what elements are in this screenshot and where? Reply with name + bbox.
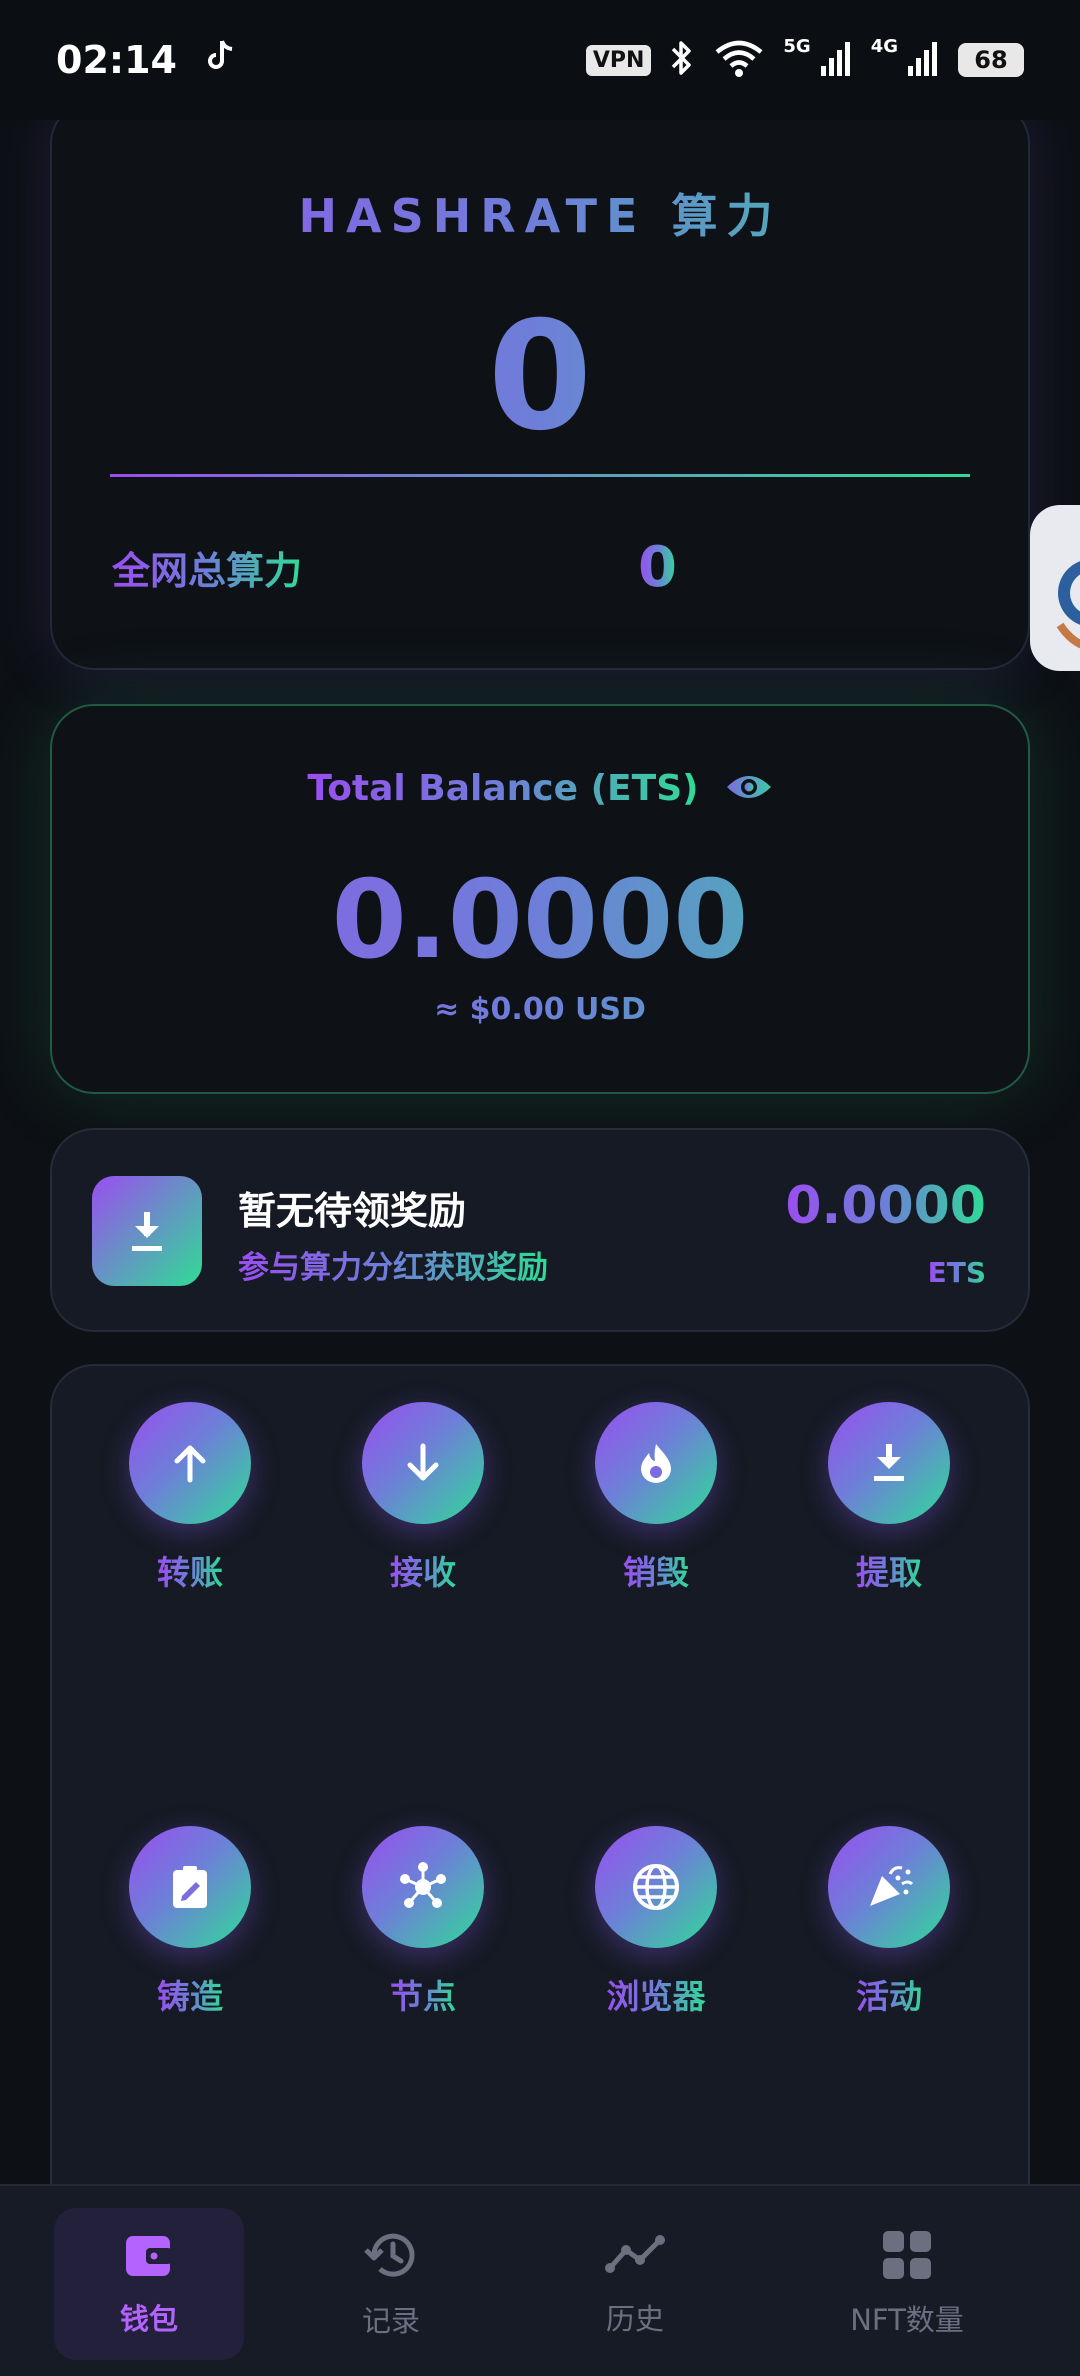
bottom-nav: 钱包 记录 历史 NFT数量 [0,2184,1080,2376]
eye-icon[interactable] [725,771,773,807]
signal-icon [819,38,853,82]
globe-icon [595,1826,717,1948]
action-transfer[interactable]: 转账 [90,1402,290,1594]
status-time: 02:14 [56,38,177,82]
action-label: 销毁 [623,1546,689,1594]
party-icon [828,1826,950,1948]
fire-icon [595,1402,717,1524]
signal-icon [906,38,940,82]
action-label: 活动 [856,1970,922,2018]
action-events[interactable]: 活动 [789,1826,989,2018]
action-label: 浏览器 [607,1970,706,2018]
nav-tab-history[interactable]: 历史 [540,2208,730,2360]
bluetooth-icon [669,38,695,82]
action-label: 转账 [157,1546,223,1594]
battery-indicator: 68 [958,43,1024,77]
history-icon [362,2228,420,2286]
nav-label: 历史 [605,2302,664,2336]
tiktok-icon [205,38,235,82]
action-label: 铸造 [157,1970,223,2018]
wallet-icon [122,2230,176,2284]
wifi-icon [713,38,765,82]
hashrate-value: 0 [0,290,1080,464]
nav-label: NFT数量 [850,2303,964,2337]
arrow-down-icon [362,1402,484,1524]
action-burn[interactable]: 销毁 [556,1402,756,1594]
grid-icon [881,2229,933,2285]
network-total-label: 全网总算力 [112,540,302,595]
nav-tab-nft[interactable]: NFT数量 [812,2208,1002,2360]
vpn-badge: VPN [585,44,652,76]
action-nodes[interactable]: 节点 [323,1826,523,2018]
hashrate-divider [110,474,970,477]
network-total-value: 0 [638,535,677,600]
nav-label: 记录 [361,2304,420,2338]
network-4g-label: 4G [870,35,898,57]
reward-amount: 0.0000 [785,1176,986,1236]
balance-label: Total Balance (ETS) [307,768,699,809]
action-label: 接收 [390,1546,456,1594]
download-icon [92,1176,202,1286]
balance-value: 0.0000 [0,858,1080,983]
nav-label: 钱包 [119,2302,178,2336]
trend-icon [604,2230,666,2284]
action-receive[interactable]: 接收 [323,1402,523,1594]
action-label: 节点 [390,1970,456,2018]
reward-subtitle: 参与算力分红获取奖励 [238,1242,548,1287]
balance-usd-value: ≈ $0.00 USD [0,992,1080,1027]
nav-tab-wallet[interactable]: 钱包 [54,2208,244,2360]
reward-title: 暂无待领奖励 [238,1189,467,1233]
action-mint[interactable]: 铸造 [90,1826,290,2018]
action-withdraw[interactable]: 提取 [789,1402,989,1594]
reward-unit: ETS [927,1256,986,1289]
network-5g-label: 5G [783,35,811,57]
action-label: 提取 [856,1546,922,1594]
nav-tab-records[interactable]: 记录 [296,2208,486,2360]
network-nodes-icon [362,1826,484,1948]
floating-assistant-button[interactable] [1030,505,1080,671]
download-icon [828,1402,950,1524]
status-bar: 02:14 VPN 5G 4G 68 [0,0,1080,120]
arrow-up-icon [129,1402,251,1524]
hashrate-title: HASHRATE 算力 [0,180,1080,246]
action-explorer[interactable]: 浏览器 [556,1826,756,2018]
edit-clipboard-icon [129,1826,251,1948]
